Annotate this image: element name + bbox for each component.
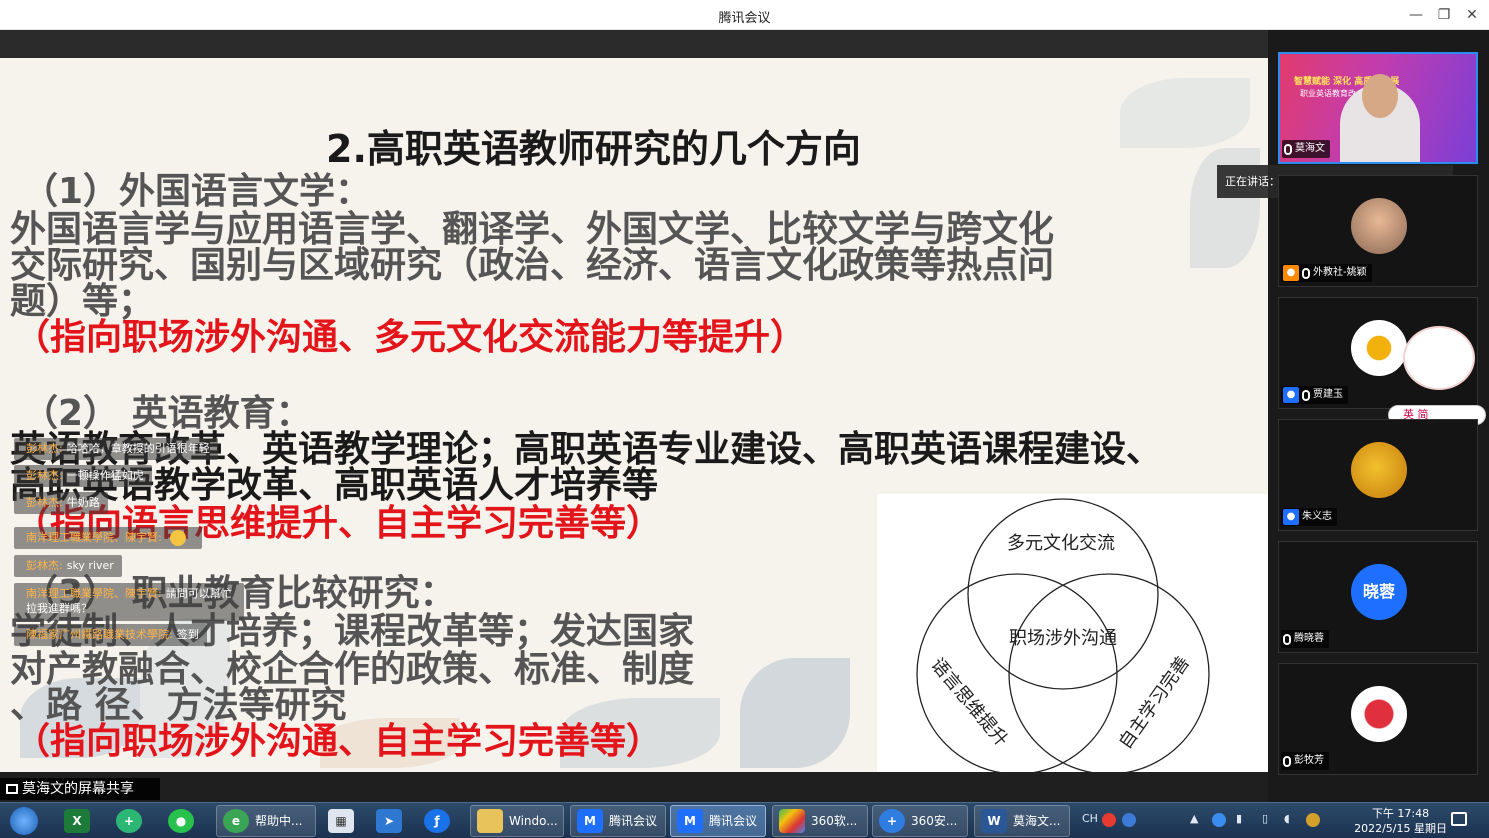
mic-icon xyxy=(1283,755,1291,767)
sogou-icon[interactable] xyxy=(1102,813,1116,827)
section-3-emphasis: （指向职场涉外沟通、自主学习完善等） xyxy=(14,721,663,762)
participant-tile[interactable]: ● 外教社-姚颖 xyxy=(1278,175,1478,287)
ime-tray-indicator[interactable]: CH xyxy=(1082,812,1098,825)
battery-icon[interactable]: ▯ xyxy=(1262,812,1268,825)
avatar xyxy=(1351,686,1407,742)
mic-icon xyxy=(1302,389,1310,401)
close-button[interactable]: ✕ xyxy=(1461,4,1483,26)
help-icon[interactable] xyxy=(1122,813,1136,827)
user-icon: ● xyxy=(1283,265,1299,281)
slide-heading: 2.高职英语教师研究的几个方向 xyxy=(326,127,861,171)
taskbar-windows-explorer[interactable]: Windo... xyxy=(470,805,564,837)
leaf-decoration xyxy=(740,658,850,768)
clock-time: 下午 17:48 xyxy=(1371,807,1430,820)
taskbar-tencent-meeting-active[interactable]: M 腾讯会议 xyxy=(670,805,766,837)
minimize-button[interactable]: — xyxy=(1405,4,1427,26)
sticker-icon xyxy=(1403,326,1475,390)
participant-nameplate: ● 贾建玉 xyxy=(1281,386,1348,404)
avatar xyxy=(1351,442,1407,498)
word-icon: W xyxy=(981,809,1007,833)
chat-bubble: 彭林杰: 哈哈哈，章教授的引语很年轻 xyxy=(14,438,218,460)
bird-icon: ➤ xyxy=(376,809,402,833)
notification-icon[interactable] xyxy=(1451,812,1467,826)
tencent-meeting-icon: M xyxy=(577,809,603,833)
participant-tile[interactable]: ● 贾建玉 xyxy=(1278,297,1478,409)
taskbar-app[interactable]: ƒ xyxy=(418,805,458,837)
network-app-icon[interactable] xyxy=(1212,813,1226,827)
chat-bubble: 彭林杰: 一顿操作猛如虎 xyxy=(14,465,152,487)
user-icon: ● xyxy=(1283,387,1299,403)
participant-nameplate: ● 朱义志 xyxy=(1281,508,1337,526)
speaker-face xyxy=(1362,74,1398,118)
app-icon: + xyxy=(116,809,142,833)
signal-icon[interactable]: ▮ xyxy=(1236,812,1242,825)
title-bar: 腾讯会议 — ❐ ✕ xyxy=(0,0,1489,30)
leaf-decoration xyxy=(1120,78,1250,148)
taskbar-help-center[interactable]: e 帮助中... xyxy=(216,805,316,837)
mic-icon xyxy=(1283,633,1291,645)
chat-bubble: 南洋理工職業學院、陳宇賢: xyxy=(14,527,202,549)
chat-bubble: 彭林杰: 牛奶路 xyxy=(14,492,108,514)
excel-icon: X xyxy=(64,809,90,833)
participant-nameplate: ● 外教社-姚颖 xyxy=(1281,264,1372,282)
taskbar-app[interactable]: + xyxy=(110,805,154,837)
windows-taskbar: X + ● e 帮助中... ▦ ➤ ƒ Windo... M 腾讯会议 M 腾讯会议… xyxy=(0,802,1489,838)
participant-tile[interactable]: ● 朱义志 xyxy=(1278,419,1478,531)
taskbar-360-security[interactable]: +360安... xyxy=(872,805,968,837)
screen-share-label[interactable]: 莫海文的屏幕共享 xyxy=(0,778,160,800)
wechat-icon: ● xyxy=(168,809,194,833)
participant-tile-active[interactable]: 智慧赋能 深化 高质量发展 职业英语教育改 发展研讨会 莫海文 xyxy=(1278,52,1478,164)
participant-tile[interactable]: 晓蓉 腾晓蓉 xyxy=(1278,541,1478,653)
participant-nameplate: 彭牧芳 xyxy=(1281,752,1329,770)
feather-icon: ƒ xyxy=(424,809,450,833)
screen-share-icon xyxy=(6,784,18,794)
chat-bubble: 陳福家广州鐵路職業技术學院: 签到 xyxy=(14,624,207,646)
help-center-icon: e xyxy=(223,809,249,833)
venn-circle-top xyxy=(967,498,1159,690)
taskbar-360-software[interactable]: 360软... xyxy=(772,805,868,837)
venn-label-right: 自主学习完善 xyxy=(1115,653,1194,754)
360-security-icon: + xyxy=(879,809,905,833)
taskbar-wechat[interactable]: ● xyxy=(162,805,206,837)
emoji-icon xyxy=(169,530,186,546)
venn-diagram: 多元文化交流 职场涉外沟通 语言思维提升 自主学习完善 xyxy=(877,494,1268,775)
section-1-line-2: 交际研究、国别与区域研究（政治、经济、语言文化政策等热点问 xyxy=(10,245,1055,286)
mic-icon xyxy=(1302,267,1310,279)
start-button[interactable] xyxy=(4,805,44,837)
system-clock[interactable]: 下午 17:48 2022/5/15 星期日 xyxy=(1354,806,1447,836)
windows-start-icon xyxy=(10,807,38,835)
tray-expand-icon[interactable]: ▲ xyxy=(1190,812,1198,825)
360-software-icon xyxy=(779,809,805,833)
participant-tile[interactable]: 彭牧芳 xyxy=(1278,663,1478,775)
window-title: 腾讯会议 xyxy=(718,11,771,26)
participant-nameplate: 莫海文 xyxy=(1282,140,1330,158)
venn-label-center: 职场涉外沟通 xyxy=(1009,628,1117,649)
participant-nameplate: 腾晓蓉 xyxy=(1281,630,1329,648)
section-1-emphasis: （指向职场涉外沟通、多元文化交流能力等提升） xyxy=(14,317,807,358)
user-icon: ● xyxy=(1283,509,1299,525)
avatar xyxy=(1351,198,1407,254)
share-top-strip xyxy=(0,30,1268,58)
tencent-meeting-icon: M xyxy=(677,809,703,833)
mic-icon xyxy=(1284,143,1292,155)
taskbar-calculator[interactable]: ▦ xyxy=(322,805,362,837)
taskbar-app[interactable]: ➤ xyxy=(370,805,410,837)
clock-date: 2022/5/15 星期日 xyxy=(1354,822,1447,835)
tray-app-icon[interactable] xyxy=(1306,813,1320,827)
chat-bubble: 彭林杰: sky river xyxy=(14,555,122,577)
restore-button[interactable]: ❐ xyxy=(1433,4,1455,26)
avatar: 晓蓉 xyxy=(1351,564,1407,620)
taskbar-excel[interactable]: X xyxy=(58,805,102,837)
chat-bubble: 南洋理工職業學院、陳宇賢: 請問可以幫忙拉我進群嗎？ xyxy=(14,583,244,621)
volume-icon[interactable]: ◖ xyxy=(1284,812,1290,825)
venn-label-top: 多元文化交流 xyxy=(1007,533,1115,554)
taskbar-tencent-meeting[interactable]: M 腾讯会议 xyxy=(570,805,666,837)
calculator-icon: ▦ xyxy=(328,809,354,833)
avatar xyxy=(1351,320,1407,376)
folder-icon xyxy=(477,809,503,833)
taskbar-word[interactable]: W 莫海文... xyxy=(974,805,1070,837)
